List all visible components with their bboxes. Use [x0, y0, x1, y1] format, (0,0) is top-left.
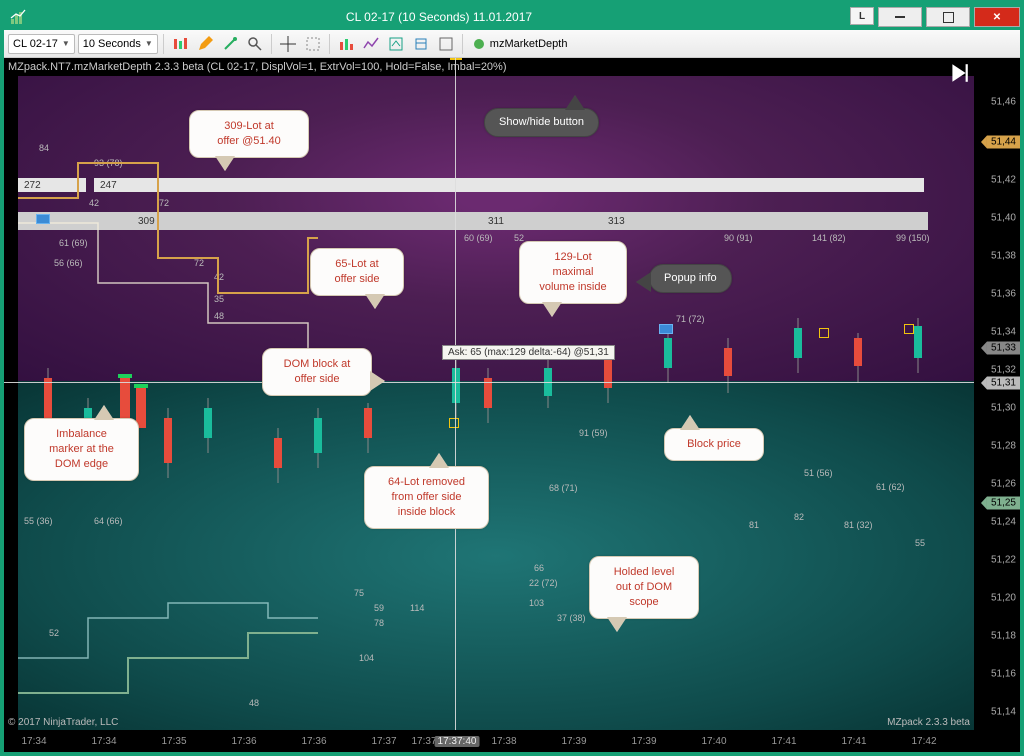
app-window: CL 02-17 (10 Seconds) 11.01.2017 L ✕ CL …: [0, 0, 1024, 756]
callout-hold-level: Holded levelout of DOMscope: [589, 556, 699, 619]
cross-price-marker: 51,31: [987, 377, 1020, 390]
block-marker: [449, 418, 459, 428]
current-time-label: 17:37:40: [435, 736, 480, 747]
bid-step-line: [18, 58, 318, 752]
close-button[interactable]: ✕: [974, 7, 1020, 27]
callout-showhide: Show/hide button: [484, 108, 599, 137]
zoom-region-icon[interactable]: [302, 33, 324, 55]
format-icon[interactable]: [435, 33, 457, 55]
layout-button[interactable]: L: [850, 7, 874, 25]
last-price-marker: 51,44: [987, 136, 1020, 149]
period-label: 10 Seconds: [83, 38, 141, 50]
chart-area[interactable]: MZpack.NT7.mzMarketDepth 2.3.3 beta (CL …: [4, 58, 1020, 752]
price-axis[interactable]: 51,46 51,44 51,42 51,40 51,38 51,36 51,3…: [974, 58, 1020, 730]
instrument-select[interactable]: CL 02-17 ▼: [8, 34, 75, 54]
minimize-button[interactable]: [878, 7, 922, 27]
maximize-button[interactable]: [926, 7, 970, 27]
time-axis[interactable]: 17:34 17:34 17:35 17:36 17:36 17:37 17:3…: [4, 730, 974, 752]
hold-marker: [659, 324, 673, 334]
titlebar: CL 02-17 (10 Seconds) 11.01.2017 L ✕: [4, 4, 1020, 30]
callout-129lot: 129-Lotmaximalvolume inside: [519, 241, 627, 304]
callout-dom-block: DOM block atoffer side: [262, 348, 372, 396]
indicators-icon[interactable]: [360, 33, 382, 55]
hold-marker: [36, 214, 50, 224]
callout-309lot: 309-Lot atoffer @51.40: [189, 110, 309, 158]
crosshair-vertical: [455, 58, 456, 730]
market-depth-indicator[interactable]: mzMarketDepth: [474, 38, 568, 50]
period-select[interactable]: 10 Seconds ▼: [78, 34, 158, 54]
zoom-icon[interactable]: [244, 33, 266, 55]
ask-marker: 51,33: [987, 342, 1020, 355]
instrument-label: CL 02-17: [13, 38, 58, 50]
hover-popup: Ask: 65 (max:129 delta:-64) @51,31: [442, 345, 615, 360]
pencil-icon[interactable]: [194, 33, 216, 55]
strategies-icon[interactable]: [385, 33, 407, 55]
copyright-label: © 2017 NinjaTrader, LLC: [8, 717, 118, 728]
bid-marker: 51,25: [987, 497, 1020, 510]
block-marker: [904, 324, 914, 334]
properties-icon[interactable]: [410, 33, 432, 55]
chevron-down-icon: ▼: [145, 39, 153, 48]
imbalance-marker: [120, 378, 130, 418]
toolbar: CL 02-17 ▼ 10 Seconds ▼ mzMarketDepth: [4, 30, 1020, 58]
show-hide-button[interactable]: [948, 62, 970, 84]
chevron-down-icon: ▼: [62, 39, 70, 48]
data-series-icon[interactable]: [335, 33, 357, 55]
crosshair-horizontal: [4, 382, 974, 383]
callout-imbalance: Imbalancemarker at theDOM edge: [24, 418, 139, 481]
status-dot-icon: [474, 39, 484, 49]
callout-popup-info: Popup info: [649, 264, 732, 293]
callout-65lot: 65-Lot atoffer side: [310, 248, 404, 296]
indicator-info-line: MZpack.NT7.mzMarketDepth 2.3.3 beta (CL …: [8, 61, 507, 73]
callout-64lot: 64-Lot removedfrom offer sideinside bloc…: [364, 466, 489, 529]
version-label: MZpack 2.3.3 beta: [887, 717, 970, 728]
market-depth-label: mzMarketDepth: [490, 38, 568, 50]
app-icon: [10, 9, 26, 25]
wand-icon[interactable]: [219, 33, 241, 55]
crosshair-icon[interactable]: [277, 33, 299, 55]
callout-block-price: Block price: [664, 428, 764, 461]
candles-icon[interactable]: [169, 33, 191, 55]
block-marker: [819, 328, 829, 338]
window-title: CL 02-17 (10 Seconds) 11.01.2017: [32, 10, 846, 24]
